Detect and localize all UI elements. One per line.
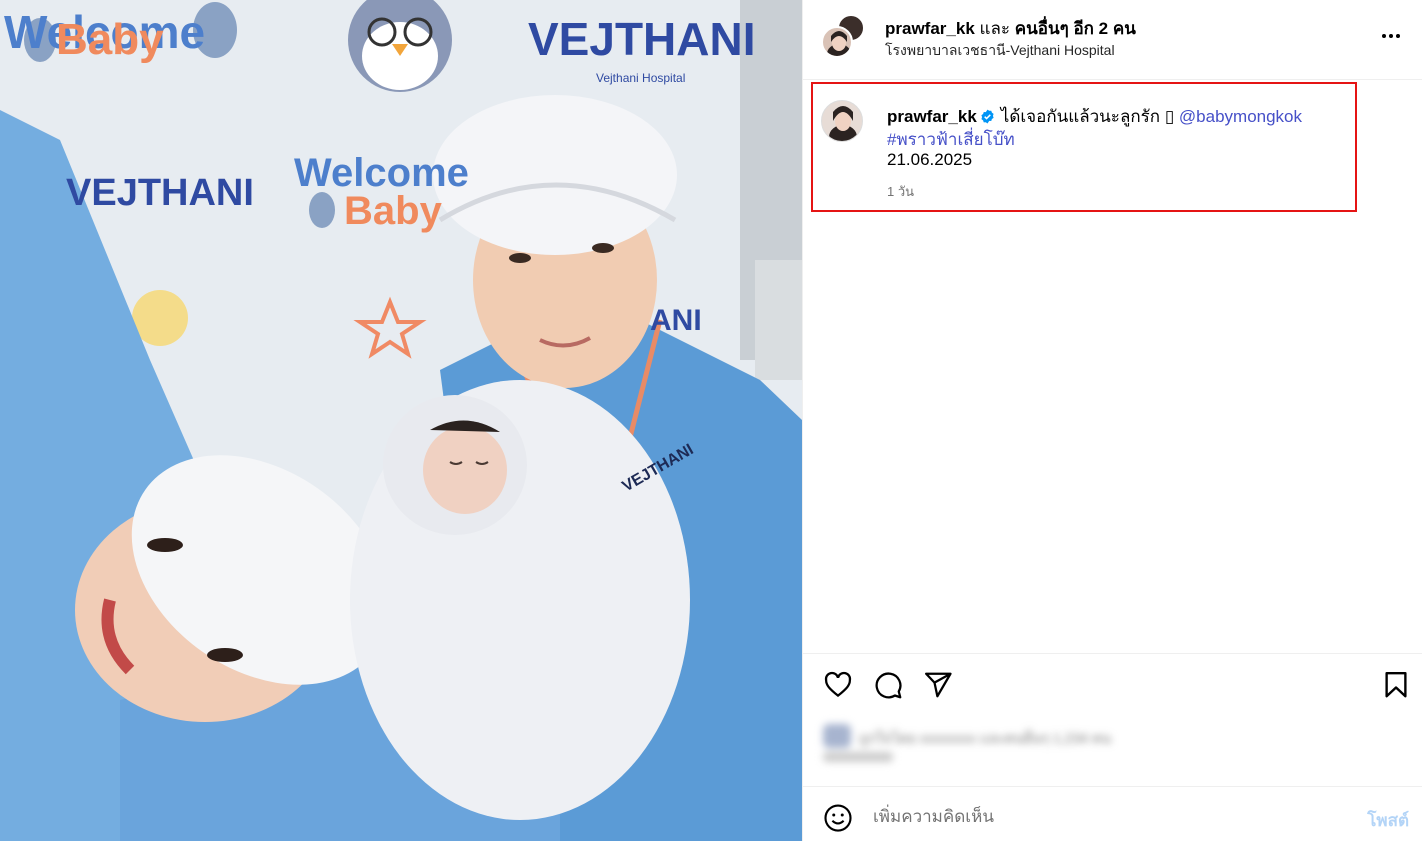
collab-connector: และ: [979, 19, 1011, 38]
author-username-link[interactable]: prawfar_kk: [885, 19, 975, 38]
collab-avatars[interactable]: [821, 14, 865, 58]
post-header: prawfar_kk และ คนอื่นๆ อีก 2 คน โรงพยาบา…: [803, 0, 1422, 80]
collab-others-link[interactable]: คนอื่นๆ อีก 2 คน: [1015, 19, 1136, 38]
caption-text: ได้เจอกันแล้วนะลูกรัก: [1000, 107, 1161, 126]
comment-button[interactable]: [873, 670, 903, 700]
caption-username-link[interactable]: prawfar_kk: [887, 107, 977, 126]
liker-avatar: [823, 724, 851, 748]
baby-text-top: Baby: [56, 15, 164, 64]
baby-text-mid: Baby: [344, 189, 443, 233]
post-photo[interactable]: Welcome Baby VEJTHANI Vejthani Hospital …: [0, 0, 802, 841]
paper-plane-icon: [925, 672, 952, 698]
post-header-title: prawfar_kk และ คนอื่นๆ อีก 2 คน: [885, 15, 1136, 42]
caption-hashtag-link[interactable]: #พราวฟ้าเสี่ยโบ๊ท: [887, 130, 1015, 149]
comment-input[interactable]: [873, 803, 1323, 831]
caption-line-hashtag: #พราวฟ้าเสี่ยโบ๊ท: [887, 126, 1015, 153]
caption-date-text: 21.06.2025: [887, 150, 973, 169]
heart-icon: [824, 671, 852, 698]
location-link[interactable]: โรงพยาบาลเวชธานี-Vejthani Hospital: [885, 40, 1115, 62]
more-options-button[interactable]: [1379, 24, 1403, 48]
side-logo-text: VEJTHANI: [66, 172, 254, 214]
post-details-panel: prawfar_kk และ คนอื่นๆ อีก 2 คน โรงพยาบา…: [802, 0, 1422, 841]
banner-logo-subtext: Vejthani Hospital: [596, 71, 685, 85]
comment-bubble-icon: [875, 672, 902, 699]
partial-logo-text: ANI: [650, 304, 702, 337]
liked-by-row[interactable]: ถูกใจโดย xxxxxxxx และคนอื่นๆ 1,234 คน: [819, 716, 1259, 772]
emoji-picker-button[interactable]: [823, 803, 853, 833]
caption-timestamp[interactable]: 1 วัน: [887, 181, 914, 202]
share-button[interactable]: [923, 670, 953, 700]
banner-logo-text: VEJTHANI: [528, 13, 755, 65]
add-comment-bar: โพสต์: [803, 786, 1422, 841]
save-button[interactable]: [1381, 670, 1411, 700]
like-button[interactable]: [823, 670, 853, 700]
liked-by-text: ถูกใจโดย xxxxxxxx และคนอื่นๆ 1,234 คน: [859, 730, 1111, 746]
caption-mention-link[interactable]: @babymongkok: [1179, 107, 1302, 126]
post-comment-button[interactable]: โพสต์: [1367, 807, 1409, 834]
verified-badge-icon: [981, 109, 994, 124]
more-horizontal-icon: [1382, 34, 1400, 38]
liked-by-subline: [823, 752, 893, 762]
caption-emoji-placeholder: ▯: [1164, 107, 1175, 126]
caption-author-avatar[interactable]: [821, 100, 863, 142]
bookmark-icon: [1385, 671, 1407, 698]
author-avatar[interactable]: [821, 26, 853, 58]
post-actions-bar: [803, 653, 1422, 715]
smiley-icon: [824, 804, 852, 832]
post-photo-illustration: Welcome Baby VEJTHANI Vejthani Hospital …: [0, 0, 802, 841]
